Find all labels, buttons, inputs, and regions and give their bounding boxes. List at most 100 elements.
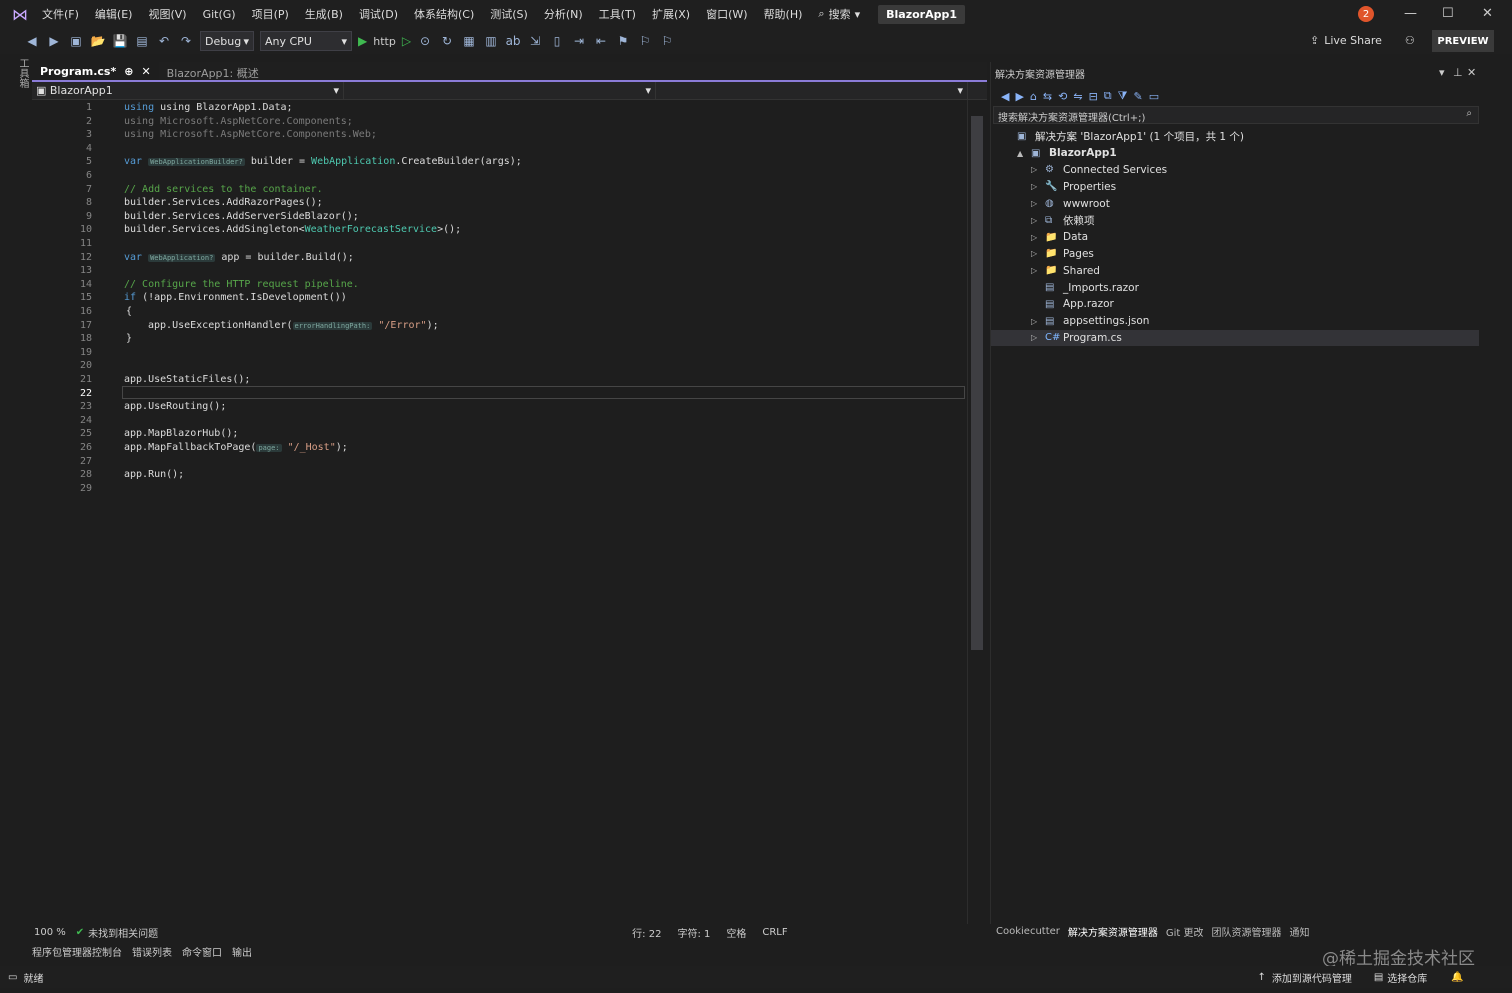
tab-package-manager[interactable]: 程序包管理器控制台 xyxy=(32,944,122,962)
new-project-icon[interactable]: ▣ xyxy=(68,33,84,49)
type-dropdown[interactable]: ▾ xyxy=(344,82,656,99)
history-icon[interactable]: ⟲ xyxy=(1058,90,1067,103)
char-indicator[interactable]: 字符: 1 xyxy=(677,925,710,940)
global-search[interactable]: ⌕ 搜索 ▾ xyxy=(810,6,868,22)
layout-icon[interactable]: ▥ xyxy=(483,33,499,49)
menu-project[interactable]: 项目(P) xyxy=(244,6,297,22)
bookmark-icon[interactable]: ⚑ xyxy=(615,33,631,49)
show-all-files-icon[interactable]: ⧉ xyxy=(1104,89,1112,103)
menu-architecture[interactable]: 体系结构(C) xyxy=(406,6,482,22)
collapse-all-icon[interactable]: ⊟ xyxy=(1089,90,1098,103)
editor-vertical-scrollbar[interactable] xyxy=(967,100,987,924)
menu-test[interactable]: 测试(S) xyxy=(482,6,536,22)
tree-item[interactable]: ▷ 🔧 Properties xyxy=(991,178,1479,195)
indent-icon[interactable]: ⇥ xyxy=(571,33,587,49)
tree-item[interactable]: ▷ ▤ appsettings.json xyxy=(991,313,1479,330)
bell-icon[interactable]: 🔔 xyxy=(1451,972,1463,983)
tab-program-cs[interactable]: Program.cs* ⊕ ✕ xyxy=(32,62,159,80)
save-all-icon[interactable]: ▤ xyxy=(134,33,150,49)
notification-badge[interactable]: 2 xyxy=(1358,6,1374,22)
save-icon[interactable]: 💾 xyxy=(112,33,128,49)
expand-arrow-icon[interactable]: ▷ xyxy=(1031,317,1041,326)
hot-reload-icon[interactable]: ↻ xyxy=(439,33,455,49)
tree-item[interactable]: ▷ 📁 Pages xyxy=(991,246,1479,263)
expand-arrow-icon[interactable]: ▷ xyxy=(1031,266,1041,275)
menu-help[interactable]: 帮助(H) xyxy=(756,6,811,22)
back-icon[interactable]: ◀ xyxy=(1001,90,1009,103)
live-share-button[interactable]: ⇪ Live Share ⚇ xyxy=(1310,34,1415,47)
preview-button[interactable]: PREVIEW xyxy=(1432,30,1494,52)
run-target[interactable]: http xyxy=(373,35,396,48)
spell-check-icon[interactable]: ab xyxy=(505,33,521,49)
tab-cookiecutter[interactable]: Cookiecutter xyxy=(996,926,1060,937)
run-icon[interactable]: ▶ xyxy=(358,34,367,48)
project-dropdown[interactable]: ▣ BlazorApp1 ▾ xyxy=(32,82,344,99)
attach-icon[interactable]: ⊙ xyxy=(417,33,433,49)
maximize-icon[interactable]: ☐ xyxy=(1442,6,1454,21)
tree-item[interactable]: ▤ _Imports.razor xyxy=(991,279,1479,296)
add-to-source-control[interactable]: 添加到源代码管理 xyxy=(1272,970,1352,985)
close-icon[interactable]: ✕ xyxy=(141,65,150,78)
dropdown-icon[interactable]: ▾ xyxy=(1439,66,1445,79)
columns-icon[interactable]: ▯ xyxy=(549,33,565,49)
tab-command-window[interactable]: 命令窗口 xyxy=(182,944,222,962)
browser-icon[interactable]: ▦ xyxy=(461,33,477,49)
visual-studio-logo-icon[interactable]: ⋈ xyxy=(6,0,34,28)
properties-wrench-icon[interactable]: ✎ xyxy=(1133,90,1142,103)
minimize-icon[interactable]: — xyxy=(1404,6,1417,21)
tree-item[interactable]: ▷ ◍ wwwroot xyxy=(991,195,1479,212)
forward-icon[interactable]: ▶ xyxy=(1015,90,1023,103)
back-icon[interactable]: ◀ xyxy=(24,33,40,49)
forward-icon[interactable]: ▶ xyxy=(46,33,62,49)
select-repository[interactable]: 选择仓库 xyxy=(1387,970,1427,985)
code-editor[interactable]: 1 2 3 4 5 6 7 8 9 10 11 12 13 14 15 16 17 18 19 20 21 22 23 24 2… xyxy=(32,100,967,924)
tab-git-changes[interactable]: Git 更改 xyxy=(1166,924,1204,939)
expand-arrow-icon[interactable]: ▷ xyxy=(1031,182,1041,191)
expand-arrow-icon[interactable]: ▷ xyxy=(1031,233,1041,242)
menu-extensions[interactable]: 扩展(X) xyxy=(644,6,698,22)
menu-edit[interactable]: 编辑(E) xyxy=(87,6,141,22)
tree-item[interactable]: ▤ App.razor xyxy=(991,296,1479,313)
config-select[interactable]: Debug ▾ xyxy=(200,31,254,51)
line-indicator[interactable]: 行: 22 xyxy=(632,925,661,940)
run-without-debug-icon[interactable]: ▷ xyxy=(402,34,411,48)
zoom-level[interactable]: 100 % xyxy=(34,927,66,938)
open-folder-icon[interactable]: 📂 xyxy=(90,33,106,49)
tab-solution-explorer[interactable]: 解决方案资源管理器 xyxy=(1068,924,1158,939)
expand-arrow-icon[interactable]: ▷ xyxy=(1031,165,1041,174)
tree-item[interactable]: ▷ 📁 Data xyxy=(991,229,1479,246)
menu-file[interactable]: 文件(F) xyxy=(34,6,87,22)
solution-explorer-search[interactable]: 搜索解决方案资源管理器(Ctrl+;) ⌕ xyxy=(993,106,1479,124)
issues-status[interactable]: 未找到相关问题 xyxy=(88,925,158,940)
tree-item[interactable]: ▷ ⧉ 依赖项 xyxy=(991,212,1479,229)
tree-item[interactable]: ▣ 解决方案 'BlazorApp1' (1 个项目，共 1 个) xyxy=(991,128,1479,145)
filter-icon[interactable]: ⧩ xyxy=(1118,89,1128,103)
member-dropdown[interactable]: ▾ xyxy=(656,82,968,99)
toolbox-tab[interactable]: 工具箱 xyxy=(10,58,30,98)
tab-overview[interactable]: BlazorApp1: 概述 xyxy=(159,62,267,80)
pin-icon[interactable]: ⊕ xyxy=(124,65,133,78)
platform-select[interactable]: Any CPU ▾ xyxy=(260,31,352,51)
tree-item[interactable]: ▷ C# Program.cs xyxy=(991,329,1479,347)
expand-arrow-icon[interactable]: ▲ xyxy=(1017,149,1027,158)
undo-icon[interactable]: ↶ xyxy=(156,33,172,49)
tab-team-explorer[interactable]: 团队资源管理器 xyxy=(1212,924,1282,939)
eol-indicator[interactable]: CRLF xyxy=(762,927,787,938)
step-icon[interactable]: ⇲ xyxy=(527,33,543,49)
menu-debug[interactable]: 调试(D) xyxy=(351,6,406,22)
menu-build[interactable]: 生成(B) xyxy=(297,6,351,22)
tree-item[interactable]: ▷ ⚙ Connected Services xyxy=(991,162,1479,179)
redo-icon[interactable]: ↷ xyxy=(178,33,194,49)
expand-arrow-icon[interactable]: ▷ xyxy=(1031,249,1041,258)
preview-icon[interactable]: ▭ xyxy=(1149,90,1159,103)
home-icon[interactable]: ⌂ xyxy=(1030,90,1037,103)
expand-arrow-icon[interactable]: ▷ xyxy=(1031,333,1041,342)
tab-output[interactable]: 输出 xyxy=(232,944,252,962)
close-icon[interactable]: ✕ xyxy=(1467,66,1476,79)
tab-error-list[interactable]: 错误列表 xyxy=(132,944,172,962)
menu-analyze[interactable]: 分析(N) xyxy=(536,6,591,22)
outdent-icon[interactable]: ⇤ xyxy=(593,33,609,49)
switch-view-icon[interactable]: ⇆ xyxy=(1043,90,1052,103)
scrollbar-thumb[interactable] xyxy=(971,116,983,650)
menu-window[interactable]: 窗口(W) xyxy=(698,6,755,22)
